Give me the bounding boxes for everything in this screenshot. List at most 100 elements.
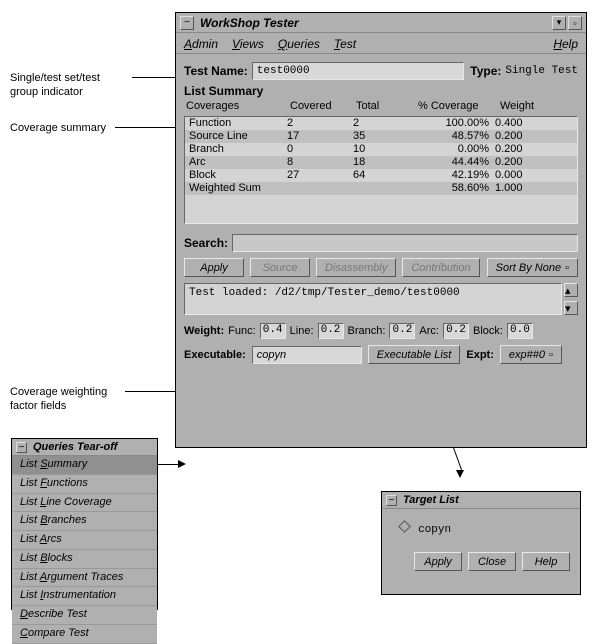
target-item-label: copyn (418, 524, 451, 536)
menu-queries[interactable]: Queries (278, 37, 320, 51)
test-name-input[interactable]: test0000 (252, 62, 464, 80)
col-covered: Covered (290, 100, 356, 112)
col-weight: Weight (500, 100, 560, 112)
cell: 18 (353, 156, 415, 169)
menu-views[interactable]: Views (232, 37, 264, 51)
tearoff-item[interactable]: List Arcs (12, 531, 157, 550)
expt-label: Expt: (466, 349, 494, 361)
type-value: Single Test (505, 65, 578, 77)
scroll-up-icon[interactable]: ▴ (564, 283, 578, 297)
tearoff-item[interactable]: List Argument Traces (12, 569, 157, 588)
cell: Source Line (189, 130, 287, 143)
search-label: Search: (184, 236, 228, 250)
window-menu-icon[interactable]: − (386, 495, 397, 506)
cell: 35 (353, 130, 415, 143)
tearoff-item[interactable]: Compare Test (12, 625, 157, 644)
cell: Weighted Sum (189, 182, 287, 195)
tearoff-titlebar[interactable]: − Queries Tear-off (12, 439, 157, 456)
weight-block-input[interactable]: 0.0 (507, 323, 533, 339)
tearoff-item[interactable]: Describe Test (12, 606, 157, 625)
cell: Block (189, 169, 287, 182)
weight-branch-label: Branch: (348, 325, 386, 337)
tearoff-list: List SummaryList FunctionsList Line Cove… (12, 456, 157, 644)
action-buttons: Apply Source Disassembly Contribution So… (184, 258, 578, 277)
queries-tearoff-window: − Queries Tear-off List SummaryList Func… (11, 438, 158, 610)
menu-help[interactable]: Help (553, 37, 578, 51)
sort-button[interactable]: Sort By None ▫ (487, 258, 578, 277)
weight-func-input[interactable]: 0.4 (260, 323, 286, 339)
maximize-icon[interactable]: ▫ (568, 16, 582, 30)
tearoff-item[interactable]: List Blocks (12, 550, 157, 569)
cell: 58.60% (415, 182, 495, 195)
cell: 8 (287, 156, 353, 169)
weight-block-label: Block: (473, 325, 503, 337)
cell: 48.57% (415, 130, 495, 143)
tearoff-item[interactable]: List Line Coverage (12, 494, 157, 513)
cell: 44.44% (415, 156, 495, 169)
window-menu-icon[interactable]: − (16, 442, 27, 453)
table-row[interactable]: Arc81844.44%0.200 (185, 156, 577, 169)
menu-test[interactable]: Test (334, 37, 356, 51)
tearoff-item[interactable]: List Branches (12, 512, 157, 531)
weight-line-label: Line: (290, 325, 314, 337)
table-row[interactable]: Block276442.19%0.000 (185, 169, 577, 182)
cell: Arc (189, 156, 287, 169)
col-pct: % Coverage (418, 100, 500, 112)
target-close-button[interactable]: Close (468, 552, 516, 571)
cell: 1.000 (495, 182, 555, 195)
cell: 10 (353, 143, 415, 156)
weight-line-input[interactable]: 0.2 (318, 323, 344, 339)
weight-arc-label: Arc: (419, 325, 439, 337)
weight-arc-input[interactable]: 0.2 (443, 323, 469, 339)
menu-admin[interactable]: Admin (184, 37, 218, 51)
contribution-button[interactable]: Contribution (402, 258, 479, 277)
coverage-header: Coverages Covered Total % Coverage Weigh… (184, 98, 578, 116)
menubar: Admin Views Queries Test Help (176, 33, 586, 54)
target-titlebar[interactable]: − Target List (382, 492, 580, 509)
annotation-coverage-summary: Coverage summary (10, 122, 106, 136)
cell: 17 (287, 130, 353, 143)
tearoff-item[interactable]: List Functions (12, 475, 157, 494)
tearoff-item[interactable]: List Instrumentation (12, 587, 157, 606)
test-name-label: Test Name: (184, 64, 248, 78)
executable-list-button[interactable]: Executable List (368, 345, 461, 364)
coverage-table[interactable]: Function22100.00%0.400Source Line173548.… (184, 116, 578, 224)
weight-label: Weight: (184, 325, 224, 337)
minimize-icon[interactable]: ▾ (552, 16, 566, 30)
disassembly-button[interactable]: Disassembly (316, 258, 396, 277)
table-row[interactable]: Branch0100.00%0.200 (185, 143, 577, 156)
target-title: Target List (397, 494, 576, 506)
target-help-button[interactable]: Help (522, 552, 570, 571)
cell: 2 (287, 117, 353, 130)
target-item[interactable]: copyn (400, 523, 570, 536)
scroll-down-icon[interactable]: ▾ (564, 301, 578, 315)
tearoff-item[interactable]: List Summary (12, 456, 157, 475)
executable-input[interactable]: copyn (252, 346, 362, 364)
cell: 0.200 (495, 156, 555, 169)
apply-button[interactable]: Apply (184, 258, 244, 277)
search-input[interactable] (232, 234, 578, 252)
col-total: Total (356, 100, 418, 112)
expt-value: exp##0 (509, 349, 545, 361)
expt-dropdown[interactable]: exp##0 ▫ (500, 345, 562, 364)
target-apply-button[interactable]: Apply (414, 552, 462, 571)
cell: 0.000 (495, 169, 555, 182)
type-label: Type: (470, 64, 501, 78)
table-row[interactable]: Weighted Sum 58.60%1.000 (185, 182, 577, 195)
titlebar[interactable]: − WorkShop Tester ▾ ▫ (176, 13, 586, 33)
col-coverages: Coverages (186, 100, 290, 112)
source-button[interactable]: Source (250, 258, 310, 277)
cell: 2 (353, 117, 415, 130)
radio-diamond-icon[interactable] (398, 520, 411, 533)
weight-branch-input[interactable]: 0.2 (389, 323, 415, 339)
cell: 0.200 (495, 143, 555, 156)
table-row[interactable]: Function22100.00%0.400 (185, 117, 577, 130)
window-title: WorkShop Tester (194, 16, 550, 30)
window-menu-icon[interactable]: − (180, 16, 194, 30)
cell: 0 (287, 143, 353, 156)
table-row[interactable]: Source Line173548.57%0.200 (185, 130, 577, 143)
cell (353, 182, 415, 195)
annotation-weight-fields: Coverage weightingfactor fields (10, 386, 140, 414)
cell: 42.19% (415, 169, 495, 182)
dropdown-icon: ▫ (565, 262, 569, 274)
